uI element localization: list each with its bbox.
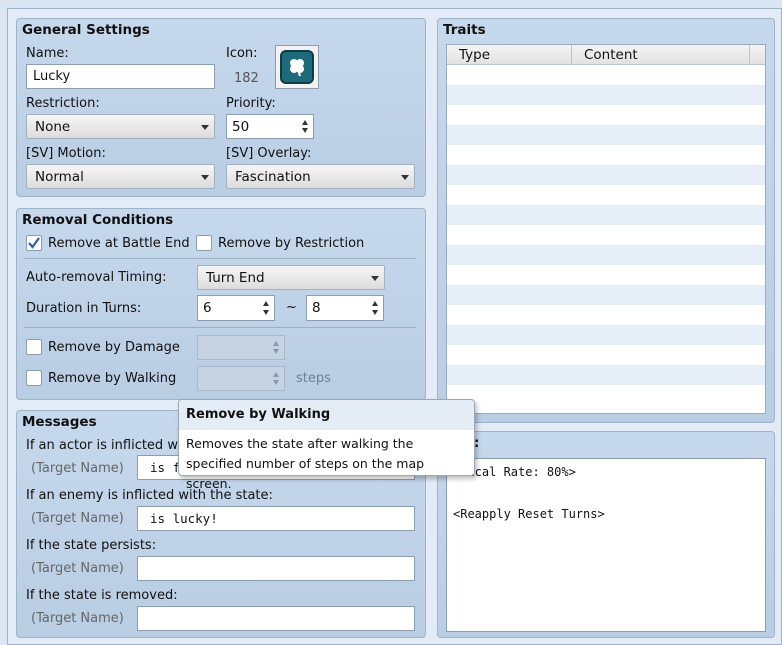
removed-message-field[interactable] <box>137 606 415 631</box>
trait-row[interactable] <box>447 85 765 105</box>
icon-picker[interactable] <box>275 45 319 89</box>
auto-timing-value: Turn End <box>206 269 265 286</box>
target-name-placeholder: (Target Name) <box>31 461 124 476</box>
note-textarea[interactable]: itical Rate: 80%> <Reapply Reset Turns> <box>446 458 766 632</box>
restriction-label: Restriction: <box>26 96 100 111</box>
sv-motion-value: Normal <box>35 168 84 185</box>
traits-rows <box>447 65 765 405</box>
divider <box>24 327 416 328</box>
clover-icon <box>280 50 314 84</box>
sv-motion-label: [SV] Motion: <box>26 146 106 161</box>
remove-battle-end-checkbox[interactable] <box>26 235 42 251</box>
chevron-down-icon <box>401 174 409 180</box>
restriction-value: None <box>35 118 71 135</box>
trait-row[interactable] <box>447 265 765 285</box>
auto-timing-dropdown[interactable]: Turn End <box>197 265 385 290</box>
spin-down-icon[interactable] <box>372 310 378 315</box>
actor-inflicted-label: If an actor is inflicted w <box>26 438 178 453</box>
remove-damage-label: Remove by Damage <box>48 340 180 355</box>
target-name-placeholder: (Target Name) <box>31 511 124 526</box>
trait-row[interactable] <box>447 225 765 245</box>
general-settings-title: General Settings <box>22 22 150 38</box>
column-header-type[interactable]: Type <box>447 45 572 64</box>
spin-up-icon[interactable] <box>302 120 308 125</box>
steps-label: steps <box>296 371 331 386</box>
state-removed-label: If the state is removed: <box>26 588 178 603</box>
remove-restriction-label: Remove by Restriction <box>218 236 365 251</box>
damage-percent-stepper <box>197 335 285 360</box>
spin-down-icon <box>273 349 279 354</box>
divider <box>24 258 416 259</box>
traits-header: Type Content <box>447 45 765 65</box>
trait-row[interactable] <box>447 145 765 165</box>
spin-up-icon <box>273 372 279 377</box>
spin-up-icon[interactable] <box>372 301 378 306</box>
icon-index: 182 <box>234 71 259 86</box>
remove-restriction-checkbox[interactable] <box>196 235 212 251</box>
trait-row[interactable] <box>447 125 765 145</box>
sv-overlay-label: [SV] Overlay: <box>226 146 312 161</box>
remove-walking-checkbox[interactable] <box>26 370 42 386</box>
icon-label: Icon: <box>226 46 258 61</box>
trait-row[interactable] <box>447 385 765 405</box>
checkmark-icon <box>28 237 40 249</box>
remove-battle-end-label: Remove at Battle End <box>48 236 190 251</box>
trait-row[interactable] <box>447 345 765 365</box>
priority-label: Priority: <box>226 96 276 111</box>
trait-row[interactable] <box>447 305 765 325</box>
auto-timing-label: Auto-removal Timing: <box>26 270 167 285</box>
state-persists-label: If the state persists: <box>26 538 157 553</box>
trait-row[interactable] <box>447 165 765 185</box>
tooltip-body: Removes the state after walking the spec… <box>186 436 425 491</box>
tooltip-title: Remove by Walking <box>179 400 474 430</box>
restriction-dropdown[interactable]: None <box>26 114 215 139</box>
duration-separator: ~ <box>286 300 297 315</box>
trait-row[interactable] <box>447 185 765 205</box>
tooltip: Remove by Walking Removes the state afte… <box>178 399 475 491</box>
traits-list[interactable]: Type Content <box>446 44 766 414</box>
persists-message-field[interactable] <box>137 556 415 581</box>
trait-row[interactable] <box>447 105 765 125</box>
spin-down-icon <box>273 380 279 385</box>
remove-walking-label: Remove by Walking <box>48 371 177 386</box>
trait-row[interactable] <box>447 205 765 225</box>
trait-row[interactable] <box>447 365 765 385</box>
duration-min-value: 6 <box>203 300 212 316</box>
chevron-down-icon <box>371 275 379 281</box>
column-header-content[interactable]: Content <box>572 45 750 64</box>
spin-down-icon[interactable] <box>302 128 308 133</box>
walking-steps-stepper <box>197 366 285 391</box>
spin-up-icon[interactable] <box>263 301 269 306</box>
messages-title: Messages <box>22 414 97 430</box>
chevron-down-icon <box>201 124 209 130</box>
target-name-placeholder: (Target Name) <box>31 561 124 576</box>
sv-overlay-value: Fascination <box>235 168 311 185</box>
trait-row[interactable] <box>447 65 765 85</box>
sv-overlay-dropdown[interactable]: Fascination <box>226 164 415 189</box>
target-name-placeholder: (Target Name) <box>31 611 124 626</box>
remove-damage-checkbox[interactable] <box>26 339 42 355</box>
enemy-message-field[interactable]: is lucky! <box>137 506 415 531</box>
priority-stepper[interactable]: 50 <box>226 114 314 139</box>
spin-down-icon[interactable] <box>263 310 269 315</box>
traits-title: Traits <box>443 22 486 38</box>
duration-min-stepper[interactable]: 6 <box>197 295 275 321</box>
name-label: Name: <box>26 46 69 61</box>
sv-motion-dropdown[interactable]: Normal <box>26 164 215 189</box>
trait-row[interactable] <box>447 285 765 305</box>
spin-up-icon <box>273 341 279 346</box>
name-field[interactable]: Lucky <box>26 64 215 89</box>
priority-value: 50 <box>232 118 250 135</box>
trait-row[interactable] <box>447 245 765 265</box>
removal-conditions-title: Removal Conditions <box>22 212 174 228</box>
chevron-down-icon <box>201 174 209 180</box>
duration-label: Duration in Turns: <box>26 301 142 316</box>
trait-row[interactable] <box>447 325 765 345</box>
duration-max-stepper[interactable]: 8 <box>306 295 384 321</box>
duration-max-value: 8 <box>312 300 321 316</box>
